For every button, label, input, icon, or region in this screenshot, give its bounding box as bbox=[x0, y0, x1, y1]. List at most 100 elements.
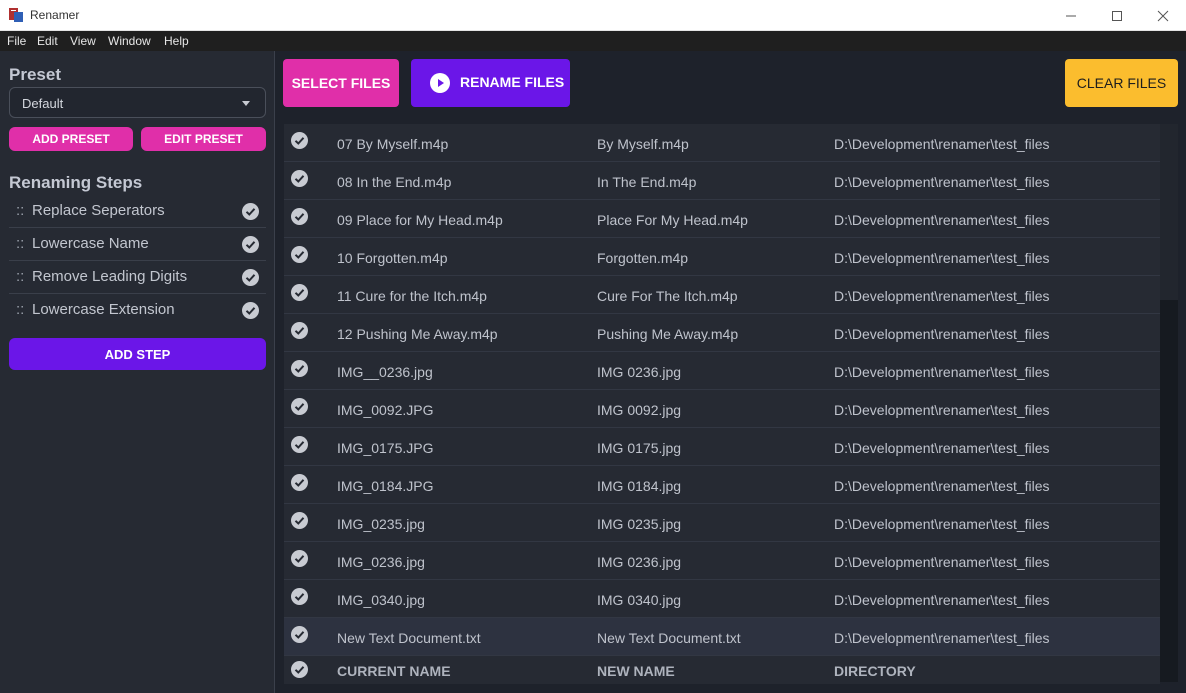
table-row[interactable]: IMG_0092.JPG IMG 0092.jpg D:\Development… bbox=[284, 390, 1160, 428]
new-name-cell: IMG 0235.jpg bbox=[597, 516, 682, 532]
table-row[interactable]: IMG_0175.JPG IMG 0175.jpg D:\Development… bbox=[284, 428, 1160, 466]
check-circle-icon[interactable] bbox=[291, 550, 308, 567]
chevron-down-icon bbox=[242, 101, 250, 106]
new-name-cell: Forgotten.m4p bbox=[597, 250, 689, 266]
scrollbar-thumb[interactable] bbox=[1160, 300, 1178, 682]
check-circle-icon[interactable] bbox=[291, 474, 308, 491]
directory-cell: D:\Development\renamer\test_files bbox=[834, 478, 1050, 494]
check-circle-icon[interactable] bbox=[291, 284, 308, 301]
check-circle-icon[interactable] bbox=[291, 322, 308, 339]
directory-cell: D:\Development\renamer\test_files bbox=[834, 554, 1050, 570]
table-row[interactable]: 09 Place for My Head.m4p Place For My He… bbox=[284, 200, 1160, 238]
table-row[interactable]: IMG_0236.jpg IMG 0236.jpg D:\Development… bbox=[284, 542, 1160, 580]
step-item[interactable]: :: Replace Seperators bbox=[9, 195, 266, 228]
current-name-cell: IMG_0236.jpg bbox=[337, 554, 425, 570]
check-circle-icon[interactable] bbox=[291, 626, 308, 643]
current-name-cell: 07 By Myself.m4p bbox=[337, 136, 449, 152]
table-row[interactable]: IMG_0184.JPG IMG 0184.jpg D:\Development… bbox=[284, 466, 1160, 504]
check-circle-icon[interactable] bbox=[242, 203, 259, 220]
menu-edit[interactable]: Edit bbox=[37, 34, 58, 48]
new-name-cell: IMG 0175.jpg bbox=[597, 440, 682, 456]
check-circle-icon[interactable] bbox=[242, 302, 259, 319]
check-circle-icon[interactable] bbox=[291, 398, 308, 415]
select-files-button[interactable]: SELECT FILES bbox=[283, 59, 399, 107]
menu-file[interactable]: File bbox=[7, 34, 26, 48]
add-step-button[interactable]: ADD STEP bbox=[9, 338, 266, 370]
check-circle-icon[interactable] bbox=[242, 269, 259, 286]
directory-cell: D:\Development\renamer\test_files bbox=[834, 250, 1050, 266]
directory-cell: D:\Development\renamer\test_files bbox=[834, 516, 1050, 532]
menu-help[interactable]: Help bbox=[164, 34, 189, 48]
minimize-icon bbox=[1066, 15, 1076, 16]
sidebar: Preset Default ADD PRESET EDIT PRESET Re… bbox=[0, 51, 275, 693]
drag-handle-icon[interactable]: :: bbox=[16, 202, 24, 219]
scrollbar[interactable] bbox=[1160, 124, 1178, 682]
drag-handle-icon[interactable]: :: bbox=[16, 268, 24, 285]
preset-heading: Preset bbox=[9, 65, 61, 84]
drag-handle-icon[interactable]: :: bbox=[16, 235, 24, 252]
current-name-cell: 10 Forgotten.m4p bbox=[337, 250, 448, 266]
check-circle-icon[interactable] bbox=[291, 360, 308, 377]
table-row[interactable]: IMG__0236.jpg IMG 0236.jpg D:\Developmen… bbox=[284, 352, 1160, 390]
step-label: Lowercase Name bbox=[32, 235, 149, 252]
current-name-cell: 09 Place for My Head.m4p bbox=[337, 212, 503, 228]
table-row[interactable]: 08 In the End.m4p In The End.m4p D:\Deve… bbox=[284, 162, 1160, 200]
app-icon bbox=[9, 8, 23, 22]
directory-cell: D:\Development\renamer\test_files bbox=[834, 440, 1050, 456]
new-name-cell: IMG 0092.jpg bbox=[597, 402, 682, 418]
current-name-cell: IMG_0092.JPG bbox=[337, 402, 434, 418]
menu-bar: File Edit View Window Help bbox=[0, 31, 1186, 51]
check-circle-icon[interactable] bbox=[291, 512, 308, 529]
directory-cell: D:\Development\renamer\test_files bbox=[834, 288, 1050, 304]
current-name-cell: IMG_0184.JPG bbox=[337, 478, 434, 494]
table-row[interactable]: 11 Cure for the Itch.m4p Cure For The It… bbox=[284, 276, 1160, 314]
maximize-button[interactable] bbox=[1094, 0, 1140, 31]
directory-cell: D:\Development\renamer\test_files bbox=[834, 136, 1050, 152]
new-name-cell: IMG 0184.jpg bbox=[597, 478, 682, 494]
close-button[interactable] bbox=[1140, 0, 1186, 31]
add-preset-button[interactable]: ADD PRESET bbox=[9, 127, 133, 151]
current-name-cell: IMG_0175.JPG bbox=[337, 440, 434, 456]
table-row[interactable]: 12 Pushing Me Away.m4p Pushing Me Away.m… bbox=[284, 314, 1160, 352]
table-row[interactable]: 10 Forgotten.m4p Forgotten.m4p D:\Develo… bbox=[284, 238, 1160, 276]
column-header-new-name[interactable]: NEW NAME bbox=[597, 663, 675, 679]
table-header: CURRENT NAME NEW NAME DIRECTORY bbox=[284, 656, 1160, 684]
clear-files-button[interactable]: CLEAR FILES bbox=[1065, 59, 1178, 107]
column-header-directory[interactable]: DIRECTORY bbox=[834, 663, 916, 679]
table-row[interactable]: New Text Document.txt New Text Document.… bbox=[284, 618, 1160, 656]
menu-view[interactable]: View bbox=[70, 34, 96, 48]
current-name-cell: 12 Pushing Me Away.m4p bbox=[337, 326, 498, 342]
minimize-button[interactable] bbox=[1048, 0, 1094, 31]
check-circle-icon[interactable] bbox=[291, 132, 308, 149]
title-bar: Renamer bbox=[0, 0, 1186, 31]
new-name-cell: IMG 0236.jpg bbox=[597, 364, 682, 380]
current-name-cell: IMG_0340.jpg bbox=[337, 592, 425, 608]
check-circle-icon[interactable] bbox=[291, 170, 308, 187]
check-circle-icon[interactable] bbox=[291, 208, 308, 225]
table-row[interactable]: IMG_0340.jpg IMG 0340.jpg D:\Development… bbox=[284, 580, 1160, 618]
edit-preset-button[interactable]: EDIT PRESET bbox=[141, 127, 266, 151]
new-name-cell: By Myself.m4p bbox=[597, 136, 689, 152]
table-row[interactable]: 07 By Myself.m4p By Myself.m4p D:\Develo… bbox=[284, 124, 1160, 162]
rename-files-button[interactable]: RENAME FILES bbox=[411, 59, 570, 107]
drag-handle-icon[interactable]: :: bbox=[16, 301, 24, 318]
check-circle-icon[interactable] bbox=[291, 588, 308, 605]
menu-window[interactable]: Window bbox=[108, 34, 151, 48]
check-circle-icon[interactable] bbox=[291, 246, 308, 263]
step-item[interactable]: :: Lowercase Name bbox=[9, 228, 266, 261]
window-title: Renamer bbox=[30, 8, 80, 22]
directory-cell: D:\Development\renamer\test_files bbox=[834, 402, 1050, 418]
check-circle-icon[interactable] bbox=[291, 436, 308, 453]
check-circle-icon[interactable] bbox=[242, 236, 259, 253]
directory-cell: D:\Development\renamer\test_files bbox=[834, 630, 1050, 646]
column-header-current-name[interactable]: CURRENT NAME bbox=[337, 663, 451, 679]
preset-select[interactable]: Default bbox=[9, 87, 266, 118]
step-item[interactable]: :: Lowercase Extension bbox=[9, 294, 266, 327]
play-icon bbox=[430, 73, 450, 93]
new-name-cell: IMG 0236.jpg bbox=[597, 554, 682, 570]
main-panel: SELECT FILES RENAME FILES CLEAR FILES 07… bbox=[276, 51, 1186, 693]
new-name-cell: Place For My Head.m4p bbox=[597, 212, 748, 228]
select-all-check-icon[interactable] bbox=[291, 661, 308, 678]
step-item[interactable]: :: Remove Leading Digits bbox=[9, 261, 266, 294]
table-row[interactable]: IMG_0235.jpg IMG 0235.jpg D:\Development… bbox=[284, 504, 1160, 542]
